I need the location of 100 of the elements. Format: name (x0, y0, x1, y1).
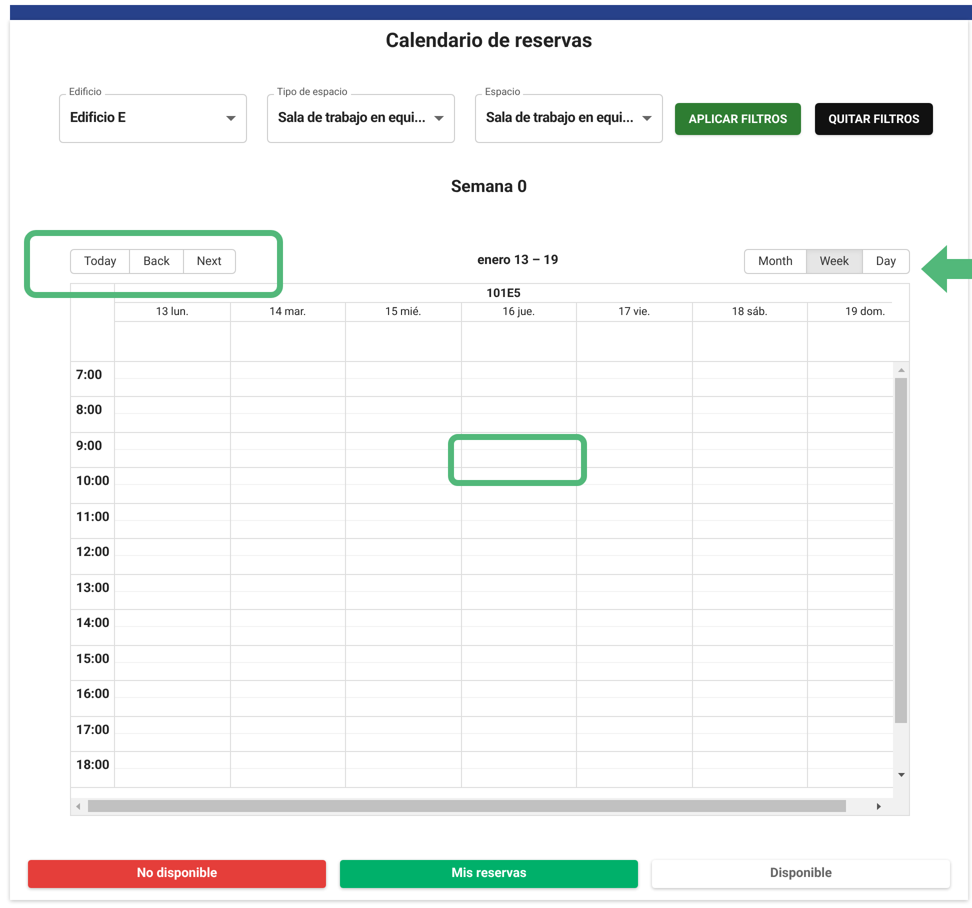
time-slot[interactable] (230, 610, 346, 644)
scroll-left-icon[interactable] (76, 802, 80, 810)
time-slot[interactable] (462, 646, 577, 680)
time-slot[interactable] (115, 574, 230, 609)
time-slot[interactable] (115, 610, 230, 644)
time-slot[interactable] (115, 646, 230, 680)
field-value: Sala de trabajo en equi... (486, 109, 635, 128)
time-label: 16:00 (76, 687, 110, 702)
time-slot[interactable] (115, 539, 230, 574)
time-slot[interactable] (230, 646, 346, 680)
nav-button[interactable]: Next (182, 248, 236, 274)
time-slot[interactable] (346, 362, 462, 396)
time-slot[interactable] (346, 610, 462, 644)
time-slot[interactable] (346, 504, 462, 538)
nav-button[interactable]: Back (129, 248, 184, 274)
time-slot[interactable] (462, 752, 577, 786)
time-slot[interactable] (115, 397, 230, 432)
dropdown-caret-icon (226, 116, 236, 121)
date-range: enero 13 – 19 (477, 252, 558, 270)
time-slot[interactable] (462, 681, 577, 716)
time-slot[interactable] (577, 397, 692, 432)
time-slot[interactable] (346, 681, 462, 716)
time-slot[interactable] (577, 574, 692, 609)
time-slot[interactable] (462, 504, 577, 538)
time-slot[interactable] (462, 362, 577, 396)
time-slot[interactable] (577, 504, 692, 538)
time-slot[interactable] (577, 362, 692, 396)
time-slot[interactable] (577, 752, 692, 786)
time-slot[interactable] (346, 752, 462, 786)
view-tab[interactable]: Month (744, 248, 807, 274)
time-slot[interactable] (577, 646, 692, 680)
time-slot[interactable] (692, 432, 808, 467)
legend-item: No disponible (28, 860, 326, 888)
scroll-up-icon[interactable] (898, 368, 904, 372)
time-label: 11:00 (76, 510, 110, 524)
time-slot[interactable] (462, 539, 577, 574)
time-slot[interactable] (346, 397, 462, 432)
time-slot[interactable] (115, 432, 230, 467)
time-slot[interactable] (692, 504, 808, 538)
time-slot[interactable] (230, 397, 346, 432)
time-slot[interactable] (577, 681, 692, 716)
time-slot[interactable] (577, 432, 692, 467)
view-tab[interactable]: Week (806, 248, 863, 274)
legend-item: Mis reservas (340, 860, 638, 888)
time-slot[interactable] (115, 468, 230, 502)
page-title: Calendario de reservas (384, 28, 594, 52)
time-slot[interactable] (462, 574, 577, 609)
time-slot[interactable] (230, 574, 346, 609)
time-slot[interactable] (346, 646, 462, 680)
day-header: 19 dom. (808, 302, 909, 320)
apply-filters-button[interactable]: APLICAR FILTROS (675, 102, 801, 134)
time-slot[interactable] (692, 574, 808, 609)
time-slot[interactable] (230, 681, 346, 716)
time-slot[interactable] (346, 432, 462, 467)
scroll-right-icon[interactable] (877, 802, 881, 810)
time-slot[interactable] (230, 716, 346, 751)
time-slot[interactable] (115, 504, 230, 538)
vertical-scrollbar[interactable] (893, 362, 909, 798)
horizontal-scrollbar[interactable] (71, 798, 909, 814)
field-label: Espacio (482, 86, 524, 100)
time-slot[interactable] (462, 432, 577, 467)
time-slot[interactable] (230, 362, 346, 396)
view-tab[interactable]: Day (862, 248, 910, 274)
time-label: 12:00 (76, 545, 110, 560)
dropdown-caret-icon (434, 116, 444, 121)
time-slot[interactable] (692, 468, 808, 502)
time-slot[interactable] (346, 574, 462, 609)
clear-filters-button[interactable]: QUITAR FILTROS (815, 102, 933, 134)
time-slot[interactable] (115, 752, 230, 786)
nav-button[interactable]: Today (70, 248, 130, 274)
day-header: 17 vie. (577, 302, 692, 320)
time-slot[interactable] (692, 397, 808, 432)
time-slot[interactable] (115, 362, 230, 396)
time-slot[interactable] (230, 539, 346, 574)
time-slot[interactable] (692, 752, 808, 786)
time-slot[interactable] (230, 468, 346, 502)
time-label: 18:00 (76, 758, 110, 773)
time-slot[interactable] (462, 716, 577, 751)
day-header: 13 lun. (115, 302, 230, 320)
time-slot[interactable] (692, 362, 808, 396)
time-slot[interactable] (692, 681, 808, 716)
time-slot[interactable] (692, 646, 808, 680)
time-slot[interactable] (230, 504, 346, 538)
time-slot[interactable] (115, 716, 230, 751)
time-slot[interactable] (577, 610, 692, 644)
time-slot[interactable] (692, 716, 808, 751)
time-slot[interactable] (230, 752, 346, 786)
time-slot[interactable] (577, 539, 692, 574)
scroll-down-icon[interactable] (898, 772, 904, 776)
time-slot[interactable] (346, 539, 462, 574)
time-slot[interactable] (115, 681, 230, 716)
time-slot[interactable] (346, 716, 462, 751)
time-slot[interactable] (462, 610, 577, 644)
time-slot[interactable] (577, 716, 692, 751)
time-slot[interactable] (346, 468, 462, 502)
time-slot[interactable] (692, 539, 808, 574)
time-slot[interactable] (692, 610, 808, 644)
time-slot[interactable] (462, 397, 577, 432)
day-header: 15 mié. (346, 302, 462, 320)
time-slot[interactable] (230, 432, 346, 467)
